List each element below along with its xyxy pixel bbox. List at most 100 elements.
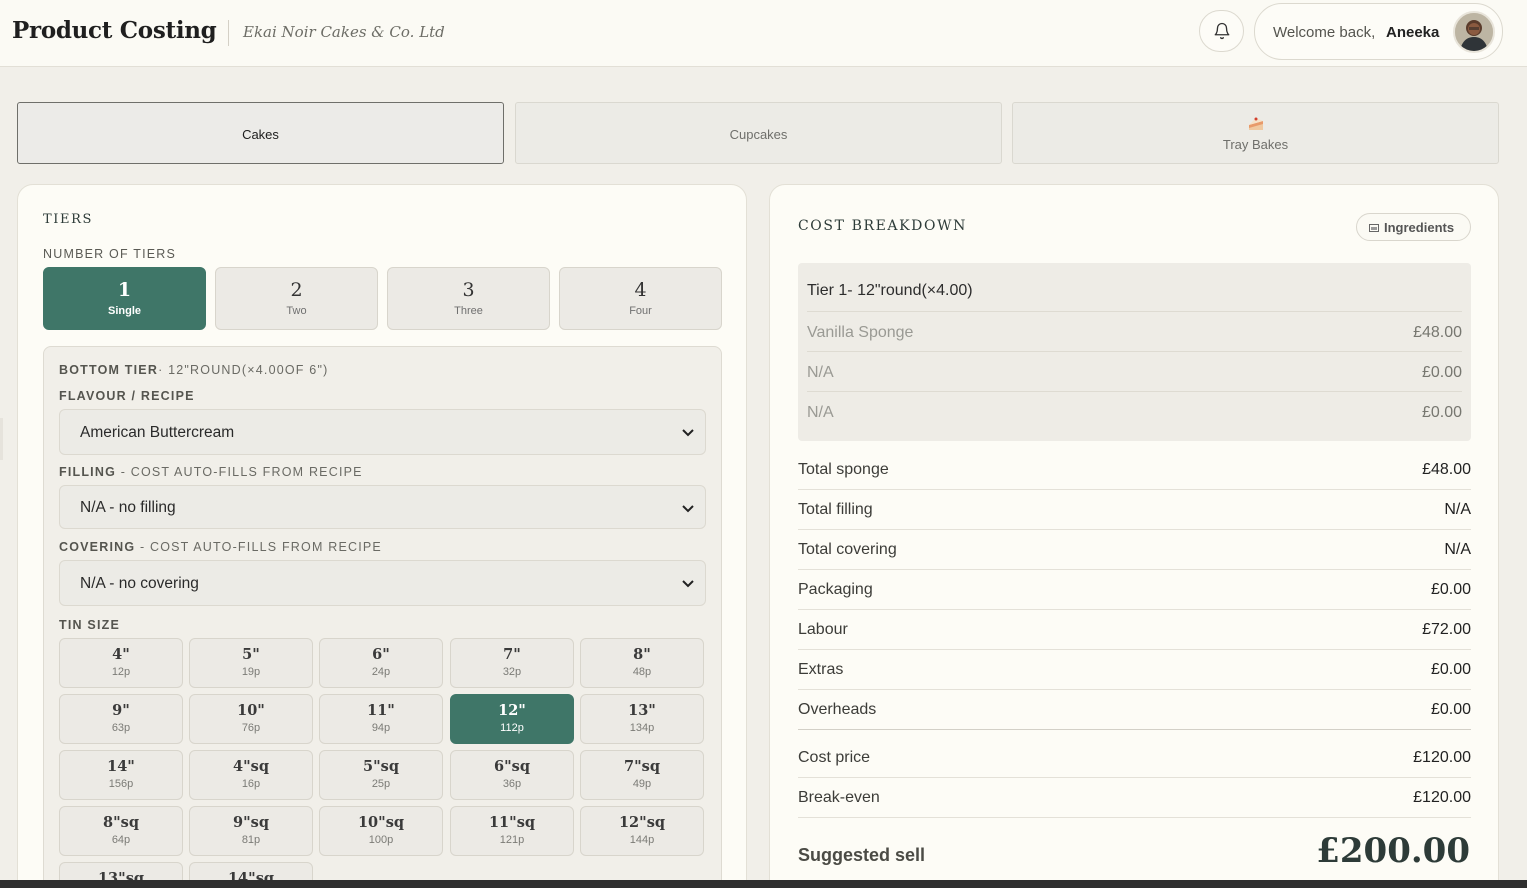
tier-cost-value: £0.00	[1421, 364, 1462, 381]
tier-number: 3	[462, 279, 475, 301]
tin-size-option[interactable]: 12" 112p	[450, 694, 574, 744]
bottom-tier-heading: BOTTOM TIER· 12"ROUND(×4.00OF 6")	[59, 363, 328, 377]
tin-price: 12p	[111, 666, 131, 678]
tab-cakes[interactable]: Cakes	[17, 102, 504, 164]
row-label: Packaging	[798, 581, 873, 598]
tiers-panel: TIERS NUMBER OF TIERS 1 Single 2 Two 3 T…	[17, 184, 747, 888]
suggested-sell-label: Suggested sell	[798, 845, 926, 865]
tin-size-option[interactable]: 8" 48p	[580, 638, 704, 688]
tab-tray-bakes[interactable]: Tray Bakes	[1012, 102, 1499, 164]
number-of-tiers-label: NUMBER OF TIERS	[43, 247, 177, 261]
tin-price: 134p	[629, 722, 655, 734]
row-label: Labour	[798, 621, 848, 638]
labour-row: Labour £72.00	[798, 610, 1471, 650]
break-even-label: Break-even	[798, 789, 880, 806]
tin-price: 25p	[371, 778, 391, 790]
tin-size-option[interactable]: 6"sq 36p	[450, 750, 574, 800]
tab-label: Cupcakes	[729, 127, 788, 142]
bottom-tier-detail: · 12"ROUND(×4.00OF 6")	[158, 363, 329, 377]
tin-size: 5"sq	[363, 758, 399, 775]
cost-price-row: Cost price £120.00	[798, 738, 1471, 778]
tin-price: 16p	[241, 778, 261, 790]
tin-price: 94p	[371, 722, 391, 734]
tin-size: 5"	[242, 646, 260, 663]
avatar[interactable]	[1453, 11, 1495, 53]
tin-size-option[interactable]: 4"sq 16p	[189, 750, 313, 800]
tin-size-option[interactable]: 5"sq 25p	[319, 750, 443, 800]
page-title: Product Costing	[12, 17, 217, 44]
tin-size-option[interactable]: 13" 134p	[580, 694, 704, 744]
user-menu-button[interactable]: Welcome back, Aneeka	[1254, 3, 1503, 60]
notifications-button[interactable]	[1199, 10, 1244, 52]
covering-value: N/A - no covering	[80, 575, 199, 592]
tin-size: 13"	[628, 702, 656, 719]
tier-number: 2	[290, 279, 303, 301]
row-value: £0.00	[1430, 581, 1471, 598]
tin-price: 63p	[111, 722, 131, 734]
tier-option-2[interactable]: 2 Two	[215, 267, 378, 330]
tin-size: 12"sq	[618, 814, 666, 831]
bottom-bar	[0, 880, 1527, 888]
tin-price: 112p	[500, 722, 524, 734]
row-value: N/A	[1444, 541, 1471, 558]
tin-size-option[interactable]: 4" 12p	[59, 638, 183, 688]
tier-number: 4	[634, 279, 647, 301]
extras-row: Extras £0.00	[798, 650, 1471, 690]
tin-size-option[interactable]: 6" 24p	[319, 638, 443, 688]
tin-size-option[interactable]: 5" 19p	[189, 638, 313, 688]
tier-option-3[interactable]: 3 Three	[387, 267, 550, 330]
tier-label: Single	[107, 305, 141, 317]
tin-price: 64p	[111, 834, 131, 846]
tier-label: Four	[629, 305, 652, 317]
tin-size: 8"	[633, 646, 651, 663]
tab-label: Cakes	[242, 127, 279, 142]
welcome-text: Welcome back,	[1273, 24, 1376, 41]
tin-size-option[interactable]: 9"sq 81p	[189, 806, 313, 856]
covering-select[interactable]: N/A - no covering	[59, 560, 706, 606]
total-filling-row: Total filling N/A	[798, 490, 1471, 530]
tin-size-option[interactable]: 14" 156p	[59, 750, 183, 800]
tin-size: 4"sq	[233, 758, 269, 775]
covering-heading: COVERING - COST AUTO-FILLS FROM RECIPE	[59, 540, 382, 554]
tin-size: 10"	[237, 702, 265, 719]
break-even-row: Break-even £120.00	[798, 778, 1471, 818]
ingredients-button[interactable]: Ingredients	[1356, 213, 1471, 241]
tin-size: 9"	[112, 702, 130, 719]
tin-size-option[interactable]: 8"sq 64p	[59, 806, 183, 856]
tier-option-4[interactable]: 4 Four	[559, 267, 722, 330]
tin-price: 76p	[241, 722, 261, 734]
tin-price: 156p	[108, 778, 134, 790]
tin-size-option[interactable]: 10"sq 100p	[319, 806, 443, 856]
tin-price: 24p	[371, 666, 391, 678]
tin-size-option[interactable]: 9" 63p	[59, 694, 183, 744]
tin-size-option[interactable]: 10" 76p	[189, 694, 313, 744]
packaging-row: Packaging £0.00	[798, 570, 1471, 610]
tier-cost-value: £48.00	[1413, 324, 1462, 341]
covering-sub: - COST AUTO-FILLS FROM RECIPE	[135, 540, 382, 554]
cake-slice-icon	[1248, 117, 1263, 130]
bell-icon	[1214, 22, 1229, 40]
tier-option-1[interactable]: 1 Single	[43, 267, 206, 330]
company-name: Ekai Noir Cakes & Co. Ltd	[243, 23, 445, 41]
tin-price: 19p	[241, 666, 261, 678]
tiers-heading: TIERS	[43, 212, 93, 227]
tier-cost-row: N/A £0.00	[807, 351, 1462, 391]
filling-select[interactable]: N/A - no filling	[59, 485, 706, 529]
tab-cupcakes[interactable]: Cupcakes	[515, 102, 1002, 164]
flavour-select[interactable]: American Buttercream	[59, 409, 706, 455]
tin-size-option[interactable]: 7" 32p	[450, 638, 574, 688]
tin-price: 144p	[629, 834, 655, 846]
row-value: £0.00	[1430, 661, 1471, 678]
filling-sub: - COST AUTO-FILLS FROM RECIPE	[116, 465, 363, 479]
tin-size-option[interactable]: 11"sq 121p	[450, 806, 574, 856]
tier-cost-row: N/A £0.00	[807, 391, 1462, 431]
tin-size: 9"sq	[233, 814, 269, 831]
cost-price-value: £120.00	[1413, 749, 1471, 766]
filling-value: N/A - no filling	[80, 499, 176, 516]
ingredients-icon	[1369, 224, 1379, 232]
cost-breakdown-heading: COST BREAKDOWN	[798, 218, 967, 234]
tin-size-option[interactable]: 12"sq 144p	[580, 806, 704, 856]
cost-price-label: Cost price	[798, 749, 871, 766]
tin-size-option[interactable]: 7"sq 49p	[580, 750, 704, 800]
tin-size-option[interactable]: 11" 94p	[319, 694, 443, 744]
